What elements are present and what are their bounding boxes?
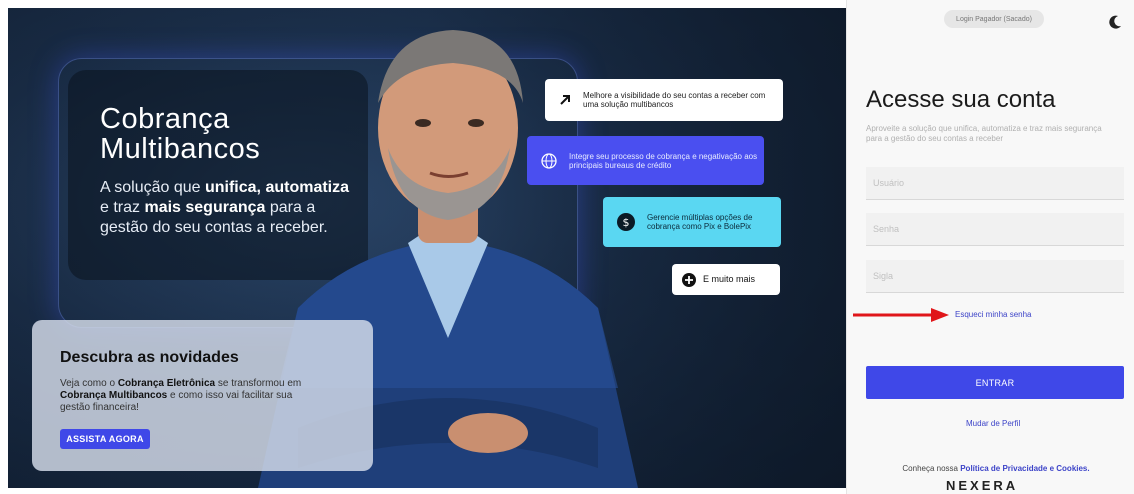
feature-text: Integre seu processo de cobrança e negat… <box>569 151 758 170</box>
feature-card-more: E muito mais <box>672 264 780 295</box>
login-subtitle: Aproveite a solução que unifica, automat… <box>866 124 1102 143</box>
feature-card-visibility: Melhore a visibilidade do seu contas a r… <box>545 79 783 121</box>
privacy-notice: Conheça nossa Política de Privacidade e … <box>902 464 1090 473</box>
red-arrow-annotation <box>853 308 949 322</box>
feature-card-integration: Integre seu processo de cobrança e negat… <box>527 136 764 185</box>
hero-title: Cobrança Multibancos <box>100 103 261 165</box>
plus-icon <box>682 272 696 287</box>
svg-text:$: $ <box>623 216 630 229</box>
privacy-link[interactable]: Política de Privacidade e Cookies. <box>960 464 1089 473</box>
feature-text: Gerencie múltiplas opções de cobrança co… <box>647 213 753 231</box>
payer-login-toggle[interactable]: Login Pagador (Sacado) <box>944 10 1044 28</box>
password-field[interactable] <box>866 213 1124 246</box>
username-field[interactable] <box>866 167 1124 200</box>
nexera-logo: NEXERA <box>946 478 1019 493</box>
globe-icon <box>541 152 557 169</box>
feature-text: Melhore a visibilidade do seu contas a r… <box>583 91 766 109</box>
login-title: Acesse sua conta <box>866 86 1056 113</box>
forgot-password-link[interactable]: Esqueci minha senha <box>955 310 1032 319</box>
dollar-icon: $ <box>617 213 635 231</box>
hero-subtitle: A solução que unifica, automatiza e traz… <box>100 179 350 236</box>
change-profile-link[interactable]: Mudar de Perfil <box>966 419 1020 428</box>
arrow-up-right-icon <box>559 94 571 106</box>
feature-card-pix: $ Gerencie múltiplas opções de cobrança … <box>603 197 781 247</box>
enter-button[interactable]: ENTRAR <box>866 366 1124 399</box>
news-text: Veja como o Cobrança Eletrônica se trans… <box>60 378 302 413</box>
news-title: Descubra as novidades <box>60 349 239 366</box>
code-field[interactable] <box>866 260 1124 293</box>
watch-now-button[interactable]: ASSISTA AGORA <box>60 429 150 449</box>
moon-icon[interactable] <box>1107 14 1123 30</box>
page: Cobrança Multibancos A solução que unifi… <box>0 0 1134 494</box>
feature-text: E muito mais <box>703 274 756 284</box>
